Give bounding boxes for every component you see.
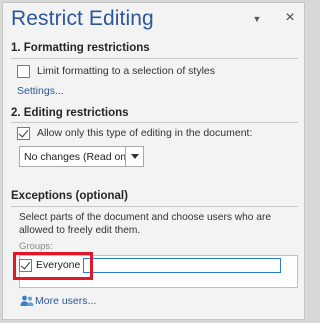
editing-type-dropdown[interactable]: No changes (Read only) <box>19 146 144 167</box>
dropdown-arrow-icon <box>131 154 139 159</box>
section-divider <box>11 58 298 59</box>
allow-editing-type-label: Allow only this type of editing in the d… <box>37 127 253 139</box>
highlight-annotation <box>13 252 93 280</box>
more-users-link[interactable]: More users... <box>35 295 96 307</box>
groups-label: Groups: <box>19 241 53 252</box>
allow-editing-type-checkbox[interactable] <box>17 127 30 140</box>
pane-options-chevron-icon[interactable]: ▼ <box>250 12 264 26</box>
exceptions-heading: Exceptions (optional) <box>11 190 128 202</box>
dropdown-button[interactable] <box>125 147 143 166</box>
editing-type-value: No changes (Read only) <box>24 151 138 163</box>
close-pane-icon[interactable]: × <box>282 9 298 27</box>
limit-formatting-label: Limit formatting to a selection of style… <box>37 65 215 77</box>
pane-title: Restrict Editing <box>11 7 154 30</box>
people-icon <box>20 295 34 306</box>
groups-selection-field[interactable] <box>83 258 281 273</box>
formatting-restrictions-heading: 1. Formatting restrictions <box>11 42 150 54</box>
limit-formatting-checkbox[interactable] <box>17 65 30 78</box>
section-divider <box>11 206 298 207</box>
settings-link[interactable]: Settings... <box>17 85 64 97</box>
restrict-editing-pane: Restrict Editing ▼ × 1. Formatting restr… <box>2 2 305 320</box>
section-divider <box>11 122 298 123</box>
editing-restrictions-heading: 2. Editing restrictions <box>11 107 129 119</box>
exceptions-description: Select parts of the document and choose … <box>19 212 272 236</box>
